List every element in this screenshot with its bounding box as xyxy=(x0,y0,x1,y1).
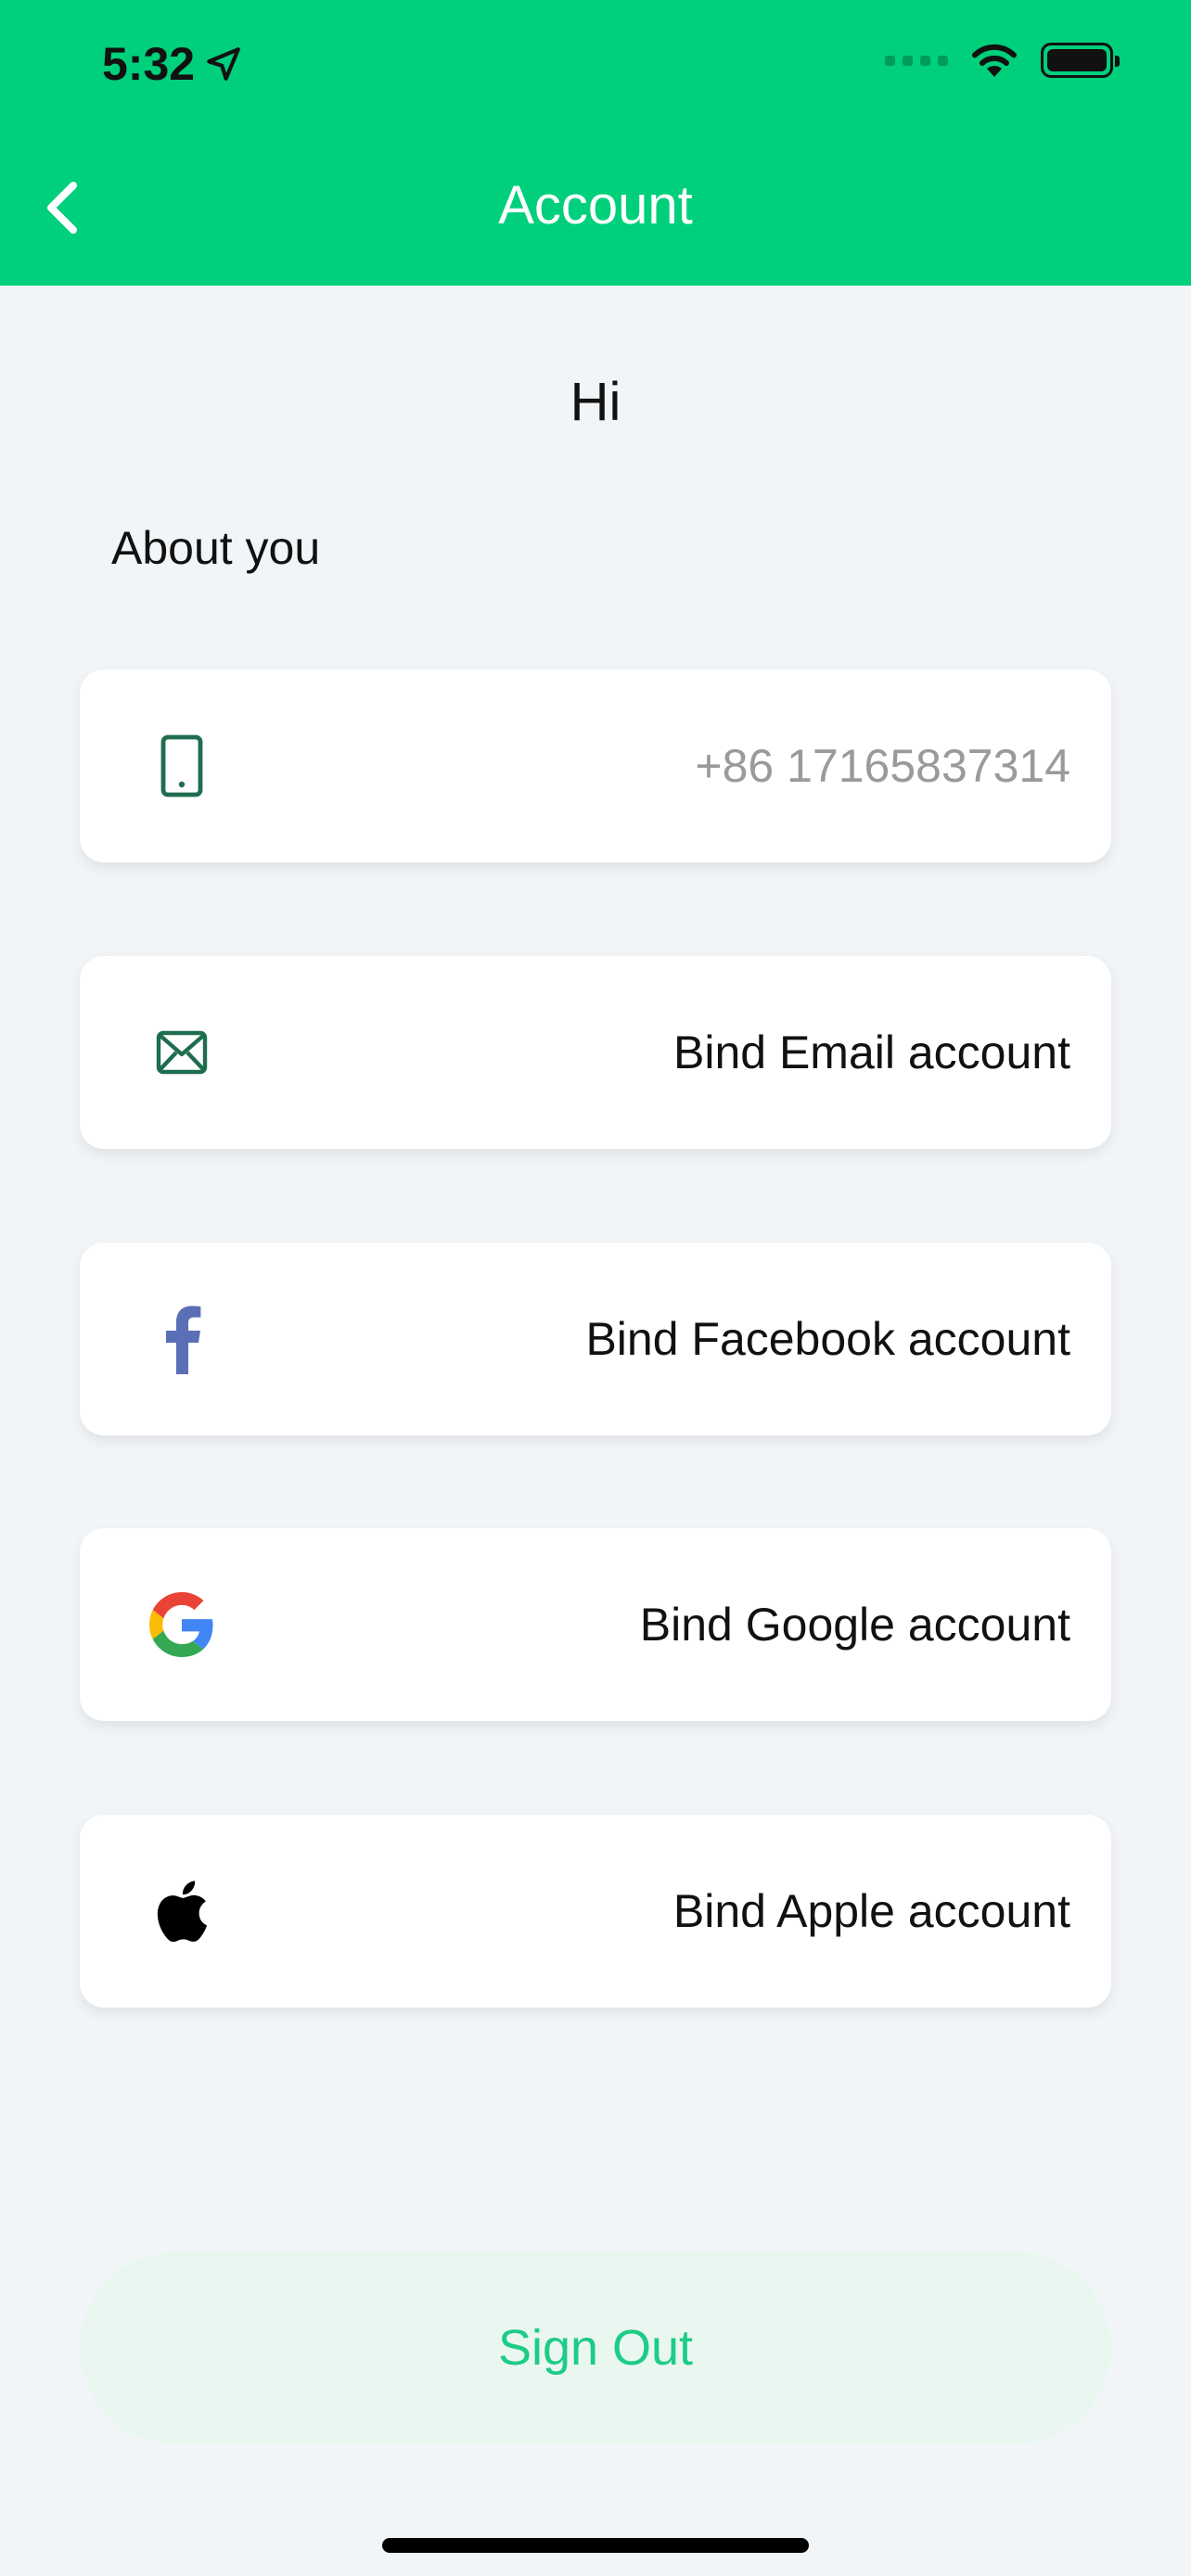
bind-email-row[interactable]: Bind Email account xyxy=(80,956,1111,1149)
bind-apple-row[interactable]: Bind Apple account xyxy=(80,1815,1111,2008)
google-icon xyxy=(145,1588,219,1662)
battery-icon xyxy=(1041,43,1120,78)
sign-out-button[interactable]: Sign Out xyxy=(80,2251,1111,2444)
status-indicators xyxy=(885,41,1120,80)
status-time: 5:32 xyxy=(102,37,243,91)
apple-icon xyxy=(145,1874,219,1948)
header-bar: 5:32 Account xyxy=(0,0,1191,286)
mail-icon xyxy=(145,1015,219,1090)
bind-facebook-label: Bind Facebook account xyxy=(585,1313,1070,1365)
bind-email-label: Bind Email account xyxy=(672,1027,1070,1078)
bind-google-label: Bind Google account xyxy=(639,1599,1070,1651)
location-arrow-icon xyxy=(207,47,240,81)
phone-number-label: +86 17165837314 xyxy=(695,740,1070,792)
page-title: Account xyxy=(498,175,693,236)
wifi-icon xyxy=(968,41,1020,80)
facebook-icon xyxy=(145,1302,219,1376)
home-indicator xyxy=(382,2538,809,2553)
bind-google-row[interactable]: Bind Google account xyxy=(80,1528,1111,1721)
section-label: About you xyxy=(111,522,321,574)
bind-apple-label: Bind Apple account xyxy=(672,1885,1070,1937)
phone-number-row[interactable]: +86 17165837314 xyxy=(80,670,1111,862)
status-time-text: 5:32 xyxy=(102,38,196,90)
greeting-text: Hi xyxy=(570,372,621,432)
bind-facebook-row[interactable]: Bind Facebook account xyxy=(80,1243,1111,1435)
cellular-signal-icon xyxy=(885,55,948,66)
phone-icon xyxy=(145,729,219,803)
account-screen: 5:32 Account Hi About you +86 1716583731… xyxy=(0,0,1191,2576)
